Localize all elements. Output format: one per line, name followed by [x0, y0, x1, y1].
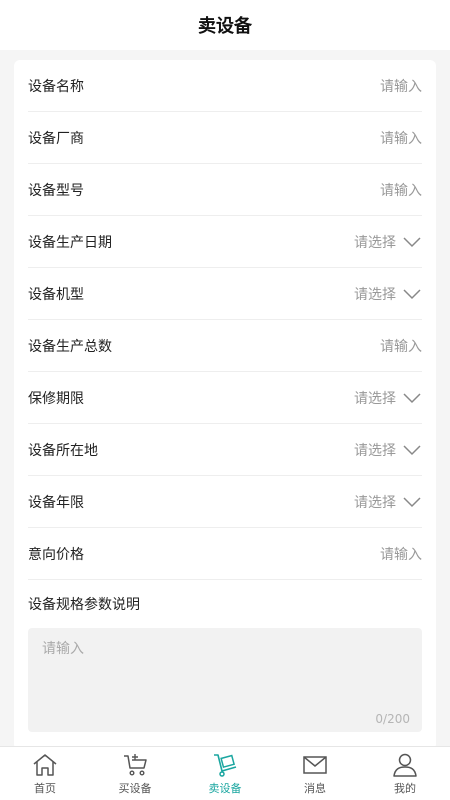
chevron-down-icon: [403, 392, 421, 403]
tab-label: 我的: [394, 781, 416, 795]
mail-icon: [303, 755, 327, 774]
field-production-date[interactable]: 设备生产日期 请选择: [28, 216, 422, 268]
tab-sell[interactable]: 卖设备: [180, 747, 270, 800]
field-device-age[interactable]: 设备年限 请选择: [28, 476, 422, 528]
field-model[interactable]: 设备型号 请输入: [28, 164, 422, 216]
chevron-down-icon: [403, 236, 421, 247]
top-bar: 卖设备: [0, 0, 450, 50]
field-label: 设备生产总数: [28, 338, 112, 355]
chevron-down-icon: [403, 288, 421, 299]
home-icon: [33, 753, 57, 776]
field-production-total[interactable]: 设备生产总数 请输入: [28, 320, 422, 372]
field-label: 保修期限: [28, 390, 84, 407]
bottom-tab-bar: 首页 买设备 卖设备 消息 我的: [0, 746, 450, 800]
field-label: 意向价格: [28, 546, 84, 563]
page-title: 卖设备: [198, 16, 252, 37]
chevron-down-icon: [403, 496, 421, 507]
field-label: 设备生产日期: [28, 234, 112, 251]
hand-truck-icon: [214, 753, 237, 777]
chevron-down-icon: [403, 444, 421, 455]
field-machine-type[interactable]: 设备机型 请选择: [28, 268, 422, 320]
character-counter: 0/200: [375, 712, 410, 726]
tab-profile[interactable]: 我的: [360, 747, 450, 800]
field-label: 设备厂商: [28, 130, 84, 147]
field-placeholder: 请选择: [354, 234, 396, 251]
tab-label: 买设备: [118, 781, 152, 795]
field-placeholder: 请选择: [354, 390, 396, 407]
field-placeholder: 请输入: [380, 130, 422, 147]
field-placeholder: 请选择: [354, 494, 396, 511]
field-warranty-period[interactable]: 保修期限 请选择: [28, 372, 422, 424]
field-placeholder: 请输入: [380, 182, 422, 199]
description-label: 设备规格参数说明: [28, 597, 140, 613]
tab-label: 消息: [304, 781, 326, 795]
field-label: 设备型号: [28, 182, 84, 199]
tab-messages[interactable]: 消息: [270, 747, 360, 800]
field-label: 设备年限: [28, 494, 84, 511]
field-placeholder: 请输入: [380, 546, 422, 563]
tab-label: 卖设备: [208, 781, 242, 795]
field-manufacturer[interactable]: 设备厂商 请输入: [28, 112, 422, 164]
tab-buy[interactable]: 买设备: [90, 747, 180, 800]
field-device-name[interactable]: 设备名称 请输入: [28, 60, 422, 112]
cart-icon: [124, 753, 147, 776]
field-label: 设备名称: [28, 78, 84, 95]
field-placeholder: 请选择: [354, 286, 396, 303]
field-label: 设备机型: [28, 286, 84, 303]
field-placeholder: 请输入: [380, 78, 422, 95]
description-textarea[interactable]: 请输入 0/200: [28, 628, 422, 732]
user-icon: [393, 753, 417, 777]
textarea-placeholder: 请输入: [42, 641, 84, 657]
field-label: 设备所在地: [28, 442, 98, 459]
field-placeholder: 请选择: [354, 442, 396, 459]
field-placeholder: 请输入: [380, 338, 422, 355]
sell-form: 设备名称 请输入 设备厂商 请输入 设备型号 请输入 设备生产日期 请选择 设备…: [14, 60, 436, 750]
tab-home[interactable]: 首页: [0, 747, 90, 800]
tab-label: 首页: [34, 781, 56, 795]
field-intended-price[interactable]: 意向价格 请输入: [28, 528, 422, 580]
field-location[interactable]: 设备所在地 请选择: [28, 424, 422, 476]
